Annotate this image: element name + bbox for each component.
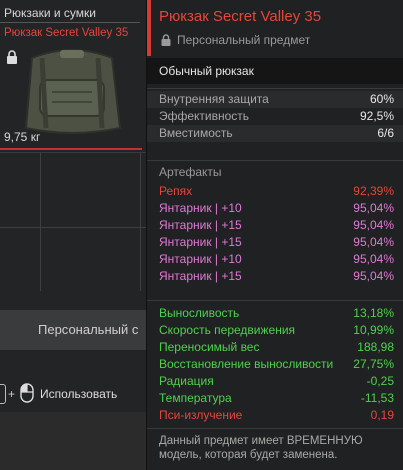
property-row: Выносливость 13,18% [147, 305, 403, 322]
personal-button[interactable]: Персональный с [0, 310, 148, 350]
property-label: Пси-излучение [159, 408, 243, 422]
lock-icon [7, 50, 17, 64]
stat-value: 92,5% [359, 109, 394, 123]
divider [0, 22, 140, 23]
property-label: Восстановление выносливости [159, 357, 334, 371]
property-row: Температура -11,53 [147, 390, 403, 407]
property-label: Температура [159, 391, 232, 405]
artifact-value: 95,04% [353, 269, 394, 283]
category-label: Рюкзаки и сумки [4, 6, 96, 20]
bottom-area [0, 412, 148, 470]
use-hint[interactable]: + Использовать [0, 380, 148, 408]
stat-row: Внутренняя защита 60% [147, 91, 403, 108]
item-tooltip: Рюкзак Secret Valley 35 Персональный пре… [146, 0, 403, 470]
key-icon [0, 384, 6, 404]
property-label: Радиация [159, 374, 214, 388]
property-value: 10,99% [353, 323, 394, 337]
properties-section: Выносливость 13,18% Скорость передвижени… [147, 300, 403, 424]
selected-item-name: Рюкзак Secret Valley 35 [4, 27, 129, 39]
property-row: Восстановление выносливости 27,75% [147, 356, 403, 373]
inventory-pane: Рюкзаки и сумки Рюкзак Secret Valley 35 … [0, 0, 148, 470]
stat-row: Эффективность 92,5% [147, 108, 403, 125]
item-weight: 9,75 кг [4, 130, 41, 144]
artifact-label: Янтарник | +10 [159, 201, 242, 215]
artifacts-header: Артефакты [159, 165, 222, 179]
property-label: Скорость передвижения [159, 323, 296, 337]
mouse-icon [20, 383, 34, 403]
artifact-value: 92,39% [353, 184, 394, 198]
artifact-label: Репях [159, 184, 193, 198]
artifact-row: Янтарник | +15 95,04% [147, 268, 403, 285]
note-line: Данный предмет имеет ВРЕМЕННУЮ [159, 435, 363, 447]
artifact-label: Янтарник | +15 [159, 235, 242, 249]
artifact-value: 95,04% [353, 201, 394, 215]
note-line: модель, которая будет заменена. [159, 449, 338, 461]
personal-button-label: Персональный с [38, 322, 139, 337]
personal-item-label: Персональный предмет [161, 33, 310, 47]
grid-line [40, 153, 41, 291]
artifact-label: Янтарник | +10 [159, 252, 242, 266]
artifact-row: Янтарник | +15 95,04% [147, 217, 403, 234]
use-label: Использовать [40, 387, 118, 401]
lock-icon [161, 34, 171, 46]
item-type-row: Обычный рюкзак [147, 58, 403, 84]
item-type: Обычный рюкзак [159, 64, 254, 78]
artifacts-section: Артефакты Репях 92,39% Янтарник | +10 95… [147, 160, 403, 285]
selection-bar [0, 148, 142, 150]
inventory-grid[interactable] [0, 152, 148, 293]
stat-row: Вместимость 6/6 [147, 125, 403, 142]
property-row: Радиация -0,25 [147, 373, 403, 390]
artifact-row: Янтарник | +10 95,04% [147, 251, 403, 268]
artifact-value: 95,04% [353, 218, 394, 232]
property-value: 0,19 [370, 408, 394, 422]
artifact-label: Янтарник | +15 [159, 218, 242, 232]
property-value: -11,53 [360, 391, 394, 405]
grid-line [0, 227, 148, 228]
stat-value: 60% [369, 92, 394, 106]
property-value: -0,25 [366, 374, 394, 388]
artifact-row: Янтарник | +10 95,04% [147, 200, 403, 217]
artifact-value: 95,04% [353, 235, 394, 249]
stat-value: 6/6 [377, 126, 394, 140]
property-label: Выносливость [159, 306, 240, 320]
personal-item-text: Персональный предмет [177, 33, 311, 47]
artifact-label: Янтарник | +15 [159, 269, 242, 283]
stat-label: Внутренняя защита [159, 92, 269, 106]
plus-label: + [8, 387, 16, 401]
artifact-row: Янтарник | +15 95,04% [147, 234, 403, 251]
property-value: 13,18% [353, 306, 394, 320]
property-row: Скорость передвижения 10,99% [147, 322, 403, 339]
property-row: Переносимый вес 188,98 [147, 339, 403, 356]
property-label: Переносимый вес [159, 340, 260, 354]
property-row: Пси-излучение 0,19 [147, 407, 403, 424]
grid-line [140, 153, 141, 291]
accent-bar [147, 0, 151, 56]
artifact-value: 95,04% [353, 252, 394, 266]
stats-section: Внутренняя защита 60% Эффективность 92,5… [147, 88, 403, 142]
stat-label: Вместимость [159, 126, 233, 140]
property-value: 27,75% [353, 357, 394, 371]
artifact-row: Репях 92,39% [147, 183, 403, 200]
backpack-image[interactable] [12, 40, 132, 140]
temporary-model-note: Данный предмет имеет ВРЕМЕННУЮ модель, к… [147, 428, 403, 462]
tooltip-title: Рюкзак Secret Valley 35 [159, 8, 322, 25]
property-value: 188,98 [357, 340, 394, 354]
stat-label: Эффективность [159, 109, 250, 123]
